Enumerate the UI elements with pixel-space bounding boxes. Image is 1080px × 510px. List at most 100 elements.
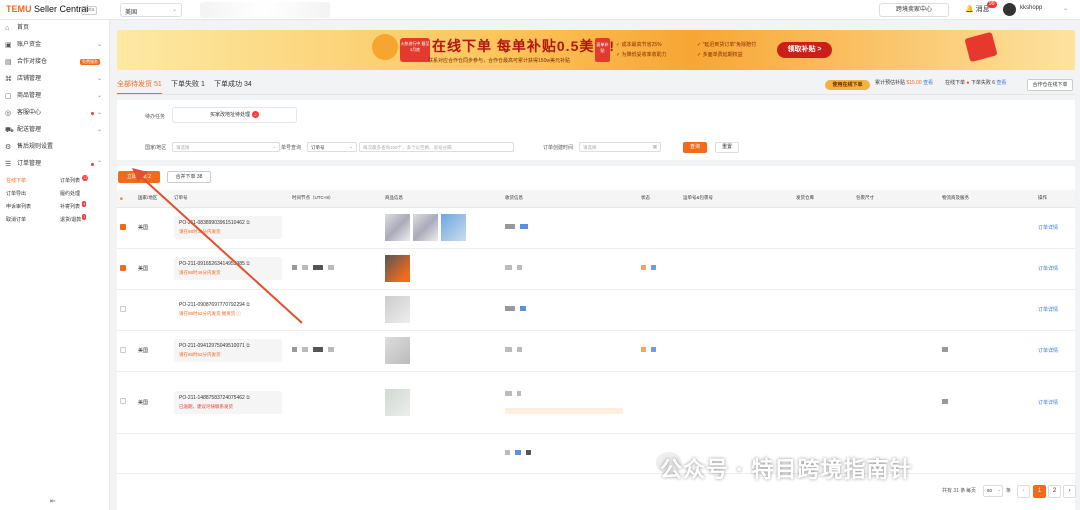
submenu-cancel[interactable]: 取消订单: [6, 216, 26, 223]
temu-logo[interactable]: TEMU Seller Central: [6, 4, 89, 14]
order-type-select[interactable]: 订单号 ⌄: [307, 142, 357, 152]
cross-border-center-button[interactable]: 跨境卖家中心: [879, 3, 949, 17]
submenu-reship[interactable]: 补寄列表 4: [60, 201, 87, 210]
submenu-order-list[interactable]: 订单列表 12: [60, 175, 89, 184]
row-logistics: [939, 433, 1035, 474]
blurred-text: [942, 347, 948, 352]
submenu-order-export[interactable]: 订单导出: [6, 190, 26, 197]
order-number-text: PO-211-09087697770792294: [179, 302, 245, 308]
product-thumbnail[interactable]: [385, 337, 410, 364]
use-online-order-pill[interactable]: 使用在线下单: [825, 80, 870, 90]
checkbox[interactable]: [120, 346, 126, 353]
sidebar-item-delivery[interactable]: ⛟ 配送管理 ⌄: [0, 122, 109, 139]
row-checkbox[interactable]: [117, 248, 135, 290]
submenu-label: 补寄列表: [60, 204, 81, 210]
order-number[interactable]: PO-211-09165263414953385 ⧉: [179, 261, 277, 267]
promo-banner[interactable]: 火热进行中 截至3月底 在线下单 每单补贴0.5美元! 联系对应合作仓同步参与，…: [117, 30, 1075, 70]
submenu-fulfillment[interactable]: 履约处理: [60, 190, 80, 197]
order-detail-link[interactable]: 订单详情: [1038, 400, 1058, 406]
checkbox[interactable]: [120, 305, 126, 312]
order-detail-link[interactable]: 订单详情: [1038, 225, 1058, 231]
place-order-button[interactable]: 立即下单 2: [118, 171, 160, 183]
row-checkbox[interactable]: [117, 207, 135, 249]
product-thumbnail[interactable]: [385, 388, 410, 416]
sidebar-item-label: 首页: [17, 25, 30, 31]
merge-order-button[interactable]: 合并下单 38: [167, 171, 211, 183]
order-detail-link[interactable]: 订单详情: [1038, 266, 1058, 272]
sidebar-item-warehouse[interactable]: ▤ 合作对接仓 免费服务: [0, 54, 109, 71]
address-change-task-button[interactable]: 买家改地址待处理 2: [172, 107, 297, 123]
order-number-input[interactable]: 每次最多查询100个，多个以空格、逗号分隔: [359, 142, 514, 152]
ship-deadline: 请在88时35分内发货: [179, 229, 221, 234]
product-thumbnail[interactable]: [385, 255, 410, 282]
per-page-select[interactable]: 50 ⌄: [983, 485, 1003, 497]
copy-icon[interactable]: ⧉: [246, 302, 250, 308]
copy-icon[interactable]: ⧉: [246, 220, 250, 226]
submenu-appeals[interactable]: 申诉审列表: [6, 203, 31, 210]
order-number[interactable]: PO-211-09412975049510071 ⧉: [179, 343, 277, 349]
product-thumbnail[interactable]: [385, 296, 410, 323]
row-time: [289, 433, 382, 474]
product-thumbnail[interactable]: [441, 214, 466, 241]
row-receiver: [502, 433, 638, 474]
row-checkbox[interactable]: [117, 289, 135, 331]
checkbox[interactable]: [120, 398, 126, 404]
subsidy-view-link[interactable]: 查看: [923, 80, 933, 86]
sidebar-item-orders[interactable]: ☰ 订单管理 ⌃: [0, 156, 109, 173]
sidebar-item-aftersale[interactable]: ⚙ 售后规则设置: [0, 139, 109, 156]
page-1-button[interactable]: 1: [1033, 485, 1046, 498]
page-2-button[interactable]: 2: [1048, 485, 1061, 498]
checkbox-checked[interactable]: [120, 264, 126, 271]
messages-button[interactable]: 🔔 消息 99: [965, 1, 997, 14]
region-select-value: 美国: [125, 10, 138, 16]
tab-order-success[interactable]: 下单成功 34: [214, 79, 252, 89]
order-number[interactable]: PO-211-14887583724075462 ⧉: [179, 395, 277, 401]
select-all-checkbox[interactable]: ■: [117, 190, 135, 208]
region-select[interactable]: 美国 ⌄: [120, 3, 182, 17]
banner-subline: 联系对应合作仓同步参与，合作仓最高可累计获得150w美元补贴: [428, 58, 570, 64]
search-button[interactable]: 查询: [683, 142, 707, 153]
sidebar-item-funds[interactable]: ▣ 账户资金 ⌄: [0, 37, 109, 54]
reset-button[interactable]: 重置: [715, 142, 739, 153]
submenu-online-order[interactable]: 在线下单: [6, 177, 26, 184]
prev-page-button[interactable]: ‹: [1017, 485, 1030, 498]
sidebar-item-products[interactable]: ▢ 商品管理 ⌄: [0, 88, 109, 105]
copy-icon[interactable]: ⧉: [246, 343, 250, 349]
tab-order-failed[interactable]: 下单失败 1: [171, 79, 205, 89]
claim-subsidy-button[interactable]: 领取补贴 >: [777, 42, 832, 58]
blurred-text: [302, 347, 308, 352]
shop-name[interactable]: kkshopp: [1020, 5, 1042, 11]
coop-online-order-button[interactable]: 合作仓在线下单: [1027, 79, 1073, 91]
chevron-down-icon[interactable]: ⌄: [1063, 5, 1068, 12]
checkbox-checked[interactable]: [120, 223, 126, 230]
blurred-text: [292, 347, 297, 352]
copy-icon[interactable]: ⧉: [246, 261, 250, 267]
fail-view-link[interactable]: 查看: [996, 80, 1006, 86]
region-filter-select[interactable]: 请选择 ⌄: [172, 142, 280, 152]
order-number[interactable]: PO-211-09087697770792294 ⧉: [179, 302, 277, 308]
collapse-sidebar-icon[interactable]: ⇤: [50, 497, 56, 505]
row-checkbox[interactable]: [117, 371, 135, 434]
submenu-returns[interactable]: 退货/退款 1: [60, 214, 87, 223]
subsidy-info: 累计预估补贴 $15.00 查看: [875, 79, 933, 86]
order-detail-link[interactable]: 订单详情: [1038, 307, 1058, 313]
next-page-button[interactable]: ›: [1063, 485, 1076, 498]
order-number[interactable]: PO-211-08389903961510462 ⧉: [179, 220, 277, 226]
copy-icon[interactable]: ⧉: [246, 395, 250, 401]
product-thumbnail[interactable]: [385, 214, 410, 241]
tab-all-pending[interactable]: 全部待发货 51: [117, 79, 162, 89]
row-order: PO-211-09412975049510071 ⧉ 请在88时52分内发货: [171, 330, 289, 372]
row-action: 订单详情: [1035, 371, 1075, 434]
sidebar-item-shop[interactable]: ⌘ 店铺管理 ⌄: [0, 71, 109, 88]
row-tracking: [680, 248, 793, 290]
create-time-picker[interactable]: 请选择 ▦: [579, 142, 661, 152]
order-detail-link[interactable]: 订单详情: [1038, 348, 1058, 354]
logo-brand: TEMU: [6, 4, 32, 14]
blurred-text: [651, 265, 656, 270]
row-checkbox[interactable]: [117, 330, 135, 372]
avatar[interactable]: [1003, 3, 1016, 16]
product-thumbnail[interactable]: [413, 214, 438, 241]
sidebar-item-service[interactable]: ◎ 客服中心 ⌄: [0, 105, 109, 122]
sidebar-item-home[interactable]: ⌂ 首页: [0, 20, 109, 37]
beta-badge: Beta: [81, 6, 98, 15]
